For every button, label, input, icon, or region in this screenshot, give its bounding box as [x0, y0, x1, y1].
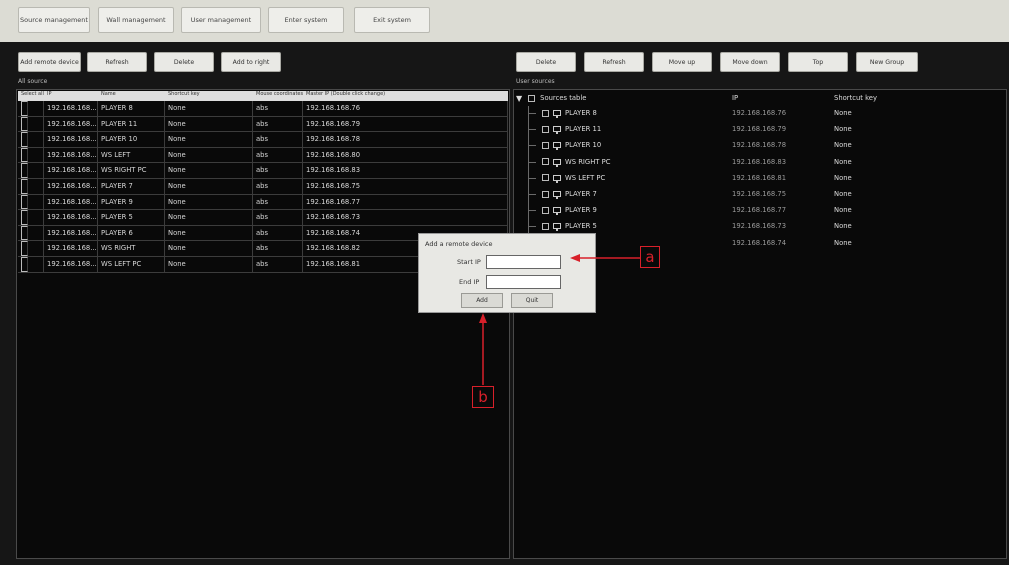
callout-a: a — [640, 246, 660, 268]
callout-b: b — [472, 386, 494, 408]
arrow-b-head — [479, 313, 487, 323]
arrow-a-head — [570, 254, 580, 262]
annotation-arrows — [479, 254, 640, 385]
